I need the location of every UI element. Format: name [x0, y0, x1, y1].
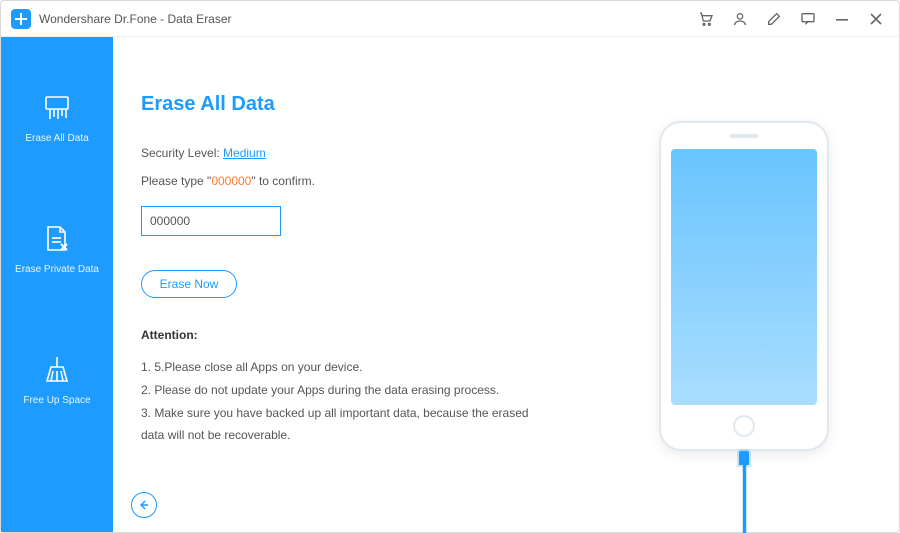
sidebar: Erase All Data Erase Private Data [1, 37, 113, 532]
phone-speaker [730, 134, 758, 138]
title-actions [697, 10, 889, 28]
attention-heading: Attention: [141, 328, 575, 342]
user-icon[interactable] [731, 10, 749, 28]
main-panel: Erase All Data Security Level: Medium Pl… [113, 37, 899, 532]
phone-screen [671, 149, 817, 405]
close-button[interactable] [867, 10, 885, 28]
attention-list: 1. 5.Please close all Apps on your devic… [141, 356, 541, 447]
cart-icon[interactable] [697, 10, 715, 28]
device-preview [599, 37, 899, 532]
sidebar-item-erase-all[interactable]: Erase All Data [25, 91, 88, 144]
attention-item: 2. Please do not update your Apps during… [141, 379, 541, 402]
phone-home-button [733, 415, 755, 437]
feedback-icon[interactable] [799, 10, 817, 28]
app-logo [11, 9, 31, 29]
sidebar-item-erase-private[interactable]: Erase Private Data [15, 222, 99, 275]
cable [743, 465, 746, 533]
app-title: Wondershare Dr.Fone - Data Eraser [39, 12, 232, 26]
attention-item: 1. 5.Please close all Apps on your devic… [141, 356, 541, 379]
sidebar-item-label: Erase Private Data [15, 264, 99, 275]
confirm-code-input[interactable] [141, 206, 281, 236]
security-level-label: Security Level: [141, 146, 223, 160]
document-erase-icon [40, 222, 74, 256]
cable-plug [739, 451, 749, 465]
sidebar-item-label: Free Up Space [23, 395, 90, 406]
attention-item: 3. Make sure you have backed up all impo… [141, 402, 541, 448]
broom-icon [40, 353, 74, 387]
security-level-row: Security Level: Medium [141, 146, 575, 160]
confirm-code: 000000 [211, 174, 251, 188]
sidebar-item-free-space[interactable]: Free Up Space [23, 353, 90, 406]
shredder-icon [40, 91, 74, 125]
erase-now-button[interactable]: Erase Now [141, 270, 237, 298]
security-level-link[interactable]: Medium [223, 146, 266, 160]
sidebar-item-label: Erase All Data [25, 133, 88, 144]
page-title: Erase All Data [141, 93, 575, 116]
minimize-button[interactable] [833, 10, 851, 28]
title-bar: Wondershare Dr.Fone - Data Eraser [1, 1, 899, 37]
phone-graphic [659, 121, 829, 451]
confirm-instruction: Please type "000000" to confirm. [141, 174, 575, 188]
app-window: Wondershare Dr.Fone - Data Eraser [0, 0, 900, 533]
edit-icon[interactable] [765, 10, 783, 28]
back-button[interactable] [131, 492, 157, 518]
